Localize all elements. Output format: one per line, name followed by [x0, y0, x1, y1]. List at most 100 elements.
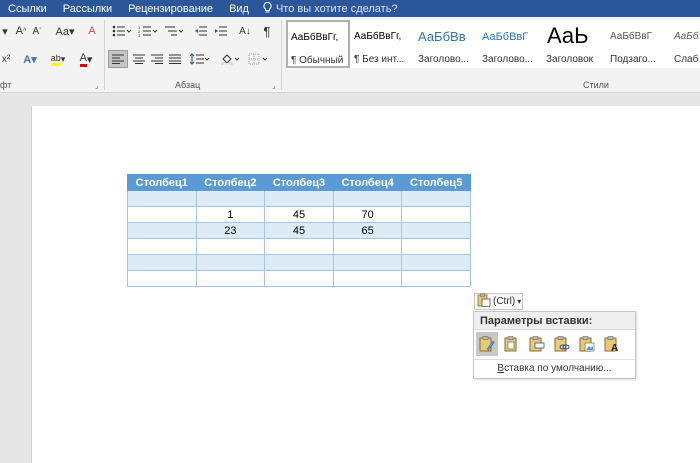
column-header[interactable]: Столбец2 [195, 174, 266, 191]
font-size-dropdown-icon[interactable]: ▾ [0, 22, 10, 40]
table-cell[interactable] [264, 270, 334, 287]
table-cell[interactable] [127, 254, 197, 271]
table-cell[interactable] [332, 190, 403, 207]
style-sample: АаБбВв [418, 29, 466, 44]
shrink-font-icon[interactable]: Aˇ [30, 22, 44, 40]
table-cell[interactable]: 70 [332, 206, 403, 223]
style-name: ¶ Обычный [291, 55, 344, 66]
paste-shortcut-label: (Ctrl) [493, 296, 516, 307]
paste-as-picture-icon[interactable] [576, 332, 598, 356]
show-marks-icon[interactable]: ¶ [260, 22, 274, 40]
keep-source-formatting-icon[interactable] [476, 332, 498, 356]
clipboard-icon [477, 293, 491, 310]
grow-font-icon[interactable]: A ^ [14, 22, 28, 40]
table-cell[interactable]: 45 [264, 222, 334, 239]
shading-icon[interactable] [218, 50, 242, 68]
style-sample: АаБбВвГ [674, 31, 699, 42]
column-header[interactable]: Столбец3 [264, 174, 334, 191]
increase-indent-icon[interactable] [212, 22, 230, 40]
line-spacing-icon[interactable] [188, 50, 212, 68]
table-cell[interactable] [332, 238, 403, 255]
styles-group-label: Стили [583, 80, 609, 90]
data-table[interactable]: Столбец1 Столбец2 Столбец3 Столбец4 Стол… [127, 174, 471, 287]
table-cell[interactable]: 1 [195, 206, 266, 223]
font-color-icon[interactable]: A ▾ [76, 50, 96, 68]
column-header[interactable]: Столбец4 [332, 174, 403, 191]
multilevel-list-icon[interactable] [162, 22, 186, 40]
style-no-spacing[interactable]: АаБбВвГг, ¶ Без инт... [350, 20, 414, 68]
style-name: ¶ Без инт... [354, 54, 405, 65]
table-cell[interactable] [401, 206, 471, 223]
align-center-icon[interactable] [130, 50, 148, 68]
column-header[interactable]: Столбец5 [401, 174, 471, 191]
style-normal[interactable]: АаБбВвГг, ¶ Обычный [286, 20, 350, 68]
table-row [127, 254, 471, 271]
style-name: Подзаго... [610, 54, 656, 65]
borders-icon[interactable] [246, 50, 270, 68]
table-cell[interactable] [195, 190, 266, 207]
table-cell[interactable] [264, 238, 334, 255]
keep-text-only-icon[interactable]: A [601, 332, 623, 356]
table-cell[interactable] [401, 190, 471, 207]
style-heading-2[interactable]: АаБбВвГ Заголово... [478, 20, 542, 68]
font-dialog-launcher-icon[interactable]: ⌟ [95, 81, 99, 90]
style-subtitle[interactable]: АаБбВвГ Подзаго... [606, 20, 670, 68]
change-case-icon[interactable]: Aa▾ [52, 22, 78, 40]
menu-view[interactable]: Вид [221, 3, 257, 15]
align-right-icon[interactable] [148, 50, 166, 68]
style-name: Заголово... [482, 54, 533, 65]
table-row [127, 190, 471, 207]
svg-text:A: A [611, 343, 618, 353]
menu-references[interactable]: Ссылки [0, 3, 55, 15]
superscript-icon[interactable]: x² [0, 50, 12, 68]
table-cell[interactable] [195, 238, 266, 255]
table-cell[interactable] [127, 190, 197, 207]
align-left-icon[interactable] [108, 50, 128, 68]
table-cell[interactable] [332, 254, 403, 271]
table-cell[interactable]: 23 [195, 222, 266, 239]
lightbulb-icon [263, 1, 272, 16]
table-row [127, 238, 471, 255]
style-title[interactable]: АаЬ Заголовок [542, 20, 606, 68]
highlight-color-icon[interactable]: ab ▾ [48, 50, 68, 68]
numbering-icon[interactable]: 123 [136, 22, 160, 40]
table-cell[interactable] [195, 254, 266, 271]
style-sample: АаБбВвГ [482, 31, 529, 43]
tell-me-box[interactable]: Что вы хотите сделать? [263, 1, 398, 16]
menu-review[interactable]: Рецензирование [120, 3, 221, 15]
table-cell[interactable] [401, 270, 471, 287]
table-cell[interactable] [401, 238, 471, 255]
text-effects-icon[interactable]: A▾ [22, 50, 38, 68]
style-sample: АаЬ [547, 23, 589, 48]
paste-options-button[interactable]: (Ctrl) ▾ [474, 293, 523, 310]
table-cell[interactable] [127, 222, 197, 239]
table-cell[interactable] [264, 190, 334, 207]
table-cell[interactable] [264, 254, 334, 271]
table-cell[interactable] [401, 254, 471, 271]
merge-formatting-icon[interactable] [526, 332, 548, 356]
table-cell[interactable] [127, 270, 197, 287]
menu-mailings[interactable]: Рассылки [55, 3, 120, 15]
paragraph-dialog-launcher-icon[interactable]: ⌟ [272, 81, 276, 90]
table-cell[interactable]: 45 [264, 206, 334, 223]
column-header[interactable]: Столбец1 [127, 174, 197, 191]
sort-icon[interactable]: A↓ [236, 22, 254, 40]
table-cell[interactable] [127, 206, 197, 223]
set-default-paste-link[interactable]: Вставка по умолчанию... [474, 359, 635, 377]
table-cell[interactable] [127, 238, 197, 255]
style-name: Заголовок [546, 54, 594, 65]
style-heading-1[interactable]: АаБбВв Заголово... [414, 20, 478, 68]
font-group-label: фт [0, 80, 12, 90]
clear-formatting-icon[interactable]: A [84, 22, 100, 40]
decrease-indent-icon[interactable] [192, 22, 210, 40]
use-destination-styles-icon[interactable] [501, 332, 523, 356]
justify-icon[interactable] [166, 50, 184, 68]
default-paste-label: ставка по умолчанию... [504, 363, 612, 374]
bullets-icon[interactable] [110, 22, 134, 40]
link-keep-formatting-icon[interactable] [551, 332, 573, 356]
style-subtle-emphasis[interactable]: АаБбВвГ Слабое ... [670, 20, 700, 68]
table-cell[interactable]: 65 [332, 222, 403, 239]
table-cell[interactable] [195, 270, 266, 287]
table-cell[interactable] [401, 222, 471, 239]
table-cell[interactable] [332, 270, 403, 287]
